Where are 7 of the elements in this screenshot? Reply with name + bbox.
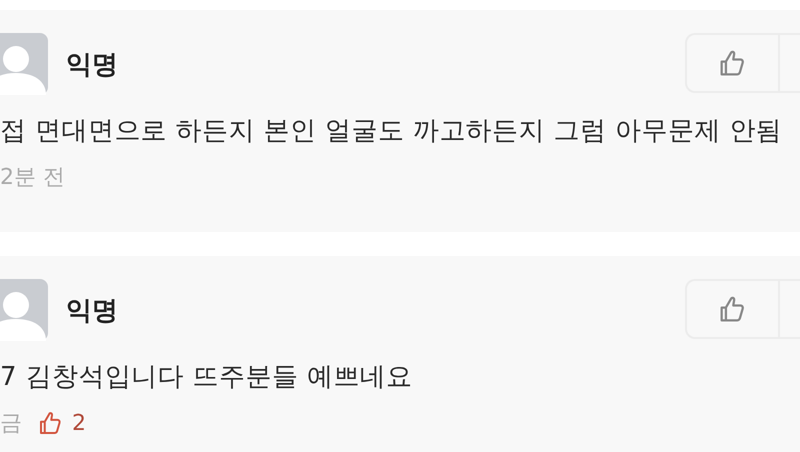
comment-meta: 금 — [0, 410, 22, 438]
like-count: 2 — [36, 408, 86, 438]
author-name: 익명 — [66, 48, 119, 82]
author-name: 익명 — [66, 294, 119, 328]
comment-text: 접 면대면으로 하든지 본인 얼굴도 까고하든지 그럼 아무문제 안됨 — [0, 115, 784, 148]
comment-meta: 2분 전 — [0, 164, 65, 192]
comment-text: 7 김창석입니다 뜨주분들 예쁘네요 — [0, 361, 414, 394]
